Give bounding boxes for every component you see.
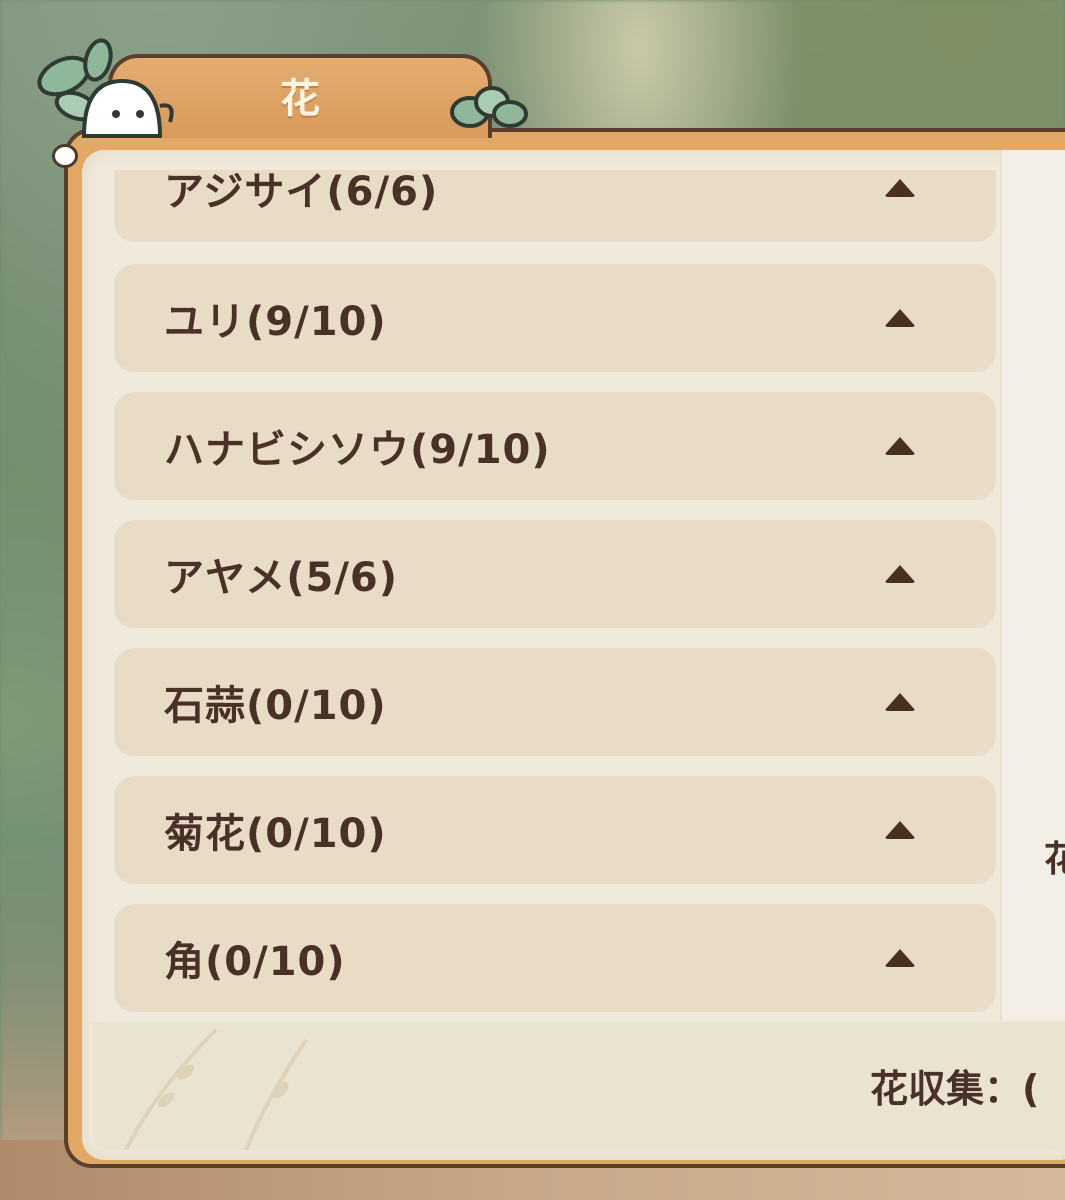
caret-up-icon[interactable] <box>884 437 916 455</box>
list-item-label: アヤメ(5/6) <box>164 555 399 601</box>
wheat-icon <box>124 1028 308 1150</box>
list-item-label: 石蒜(0/10) <box>164 683 387 729</box>
list-item[interactable]: 石蒜(0/10) <box>114 648 996 756</box>
list-item-label: ハナビシソウ(9/10) <box>164 427 551 473</box>
list-item[interactable]: ユリ(9/10) <box>114 264 996 372</box>
list-item-label: ユリ(9/10) <box>164 299 387 345</box>
caret-up-icon[interactable] <box>884 693 916 711</box>
caret-up-icon[interactable] <box>884 309 916 327</box>
list-item-label: アジサイ(6/6) <box>164 170 439 215</box>
list-item[interactable]: アヤメ(5/6) <box>114 520 996 628</box>
flower-list[interactable]: アジサイ(6/6) ユリ(9/10) ハナビシソウ(9/10) アヤメ(5/6)… <box>100 170 1010 1020</box>
caret-up-icon[interactable] <box>884 565 916 583</box>
caret-up-icon[interactable] <box>884 949 916 967</box>
caret-up-icon[interactable] <box>884 179 916 197</box>
collection-progress-label: 花収集：( <box>870 1067 1040 1111</box>
list-item[interactable]: 角(0/10) <box>114 904 996 1012</box>
list-item[interactable]: 菊花(0/10) <box>114 776 996 884</box>
leaf-icon <box>450 86 528 128</box>
caret-up-icon[interactable] <box>884 821 916 839</box>
list-item[interactable]: アジサイ(6/6) <box>114 170 996 242</box>
list-item[interactable]: ハナビシソウ(9/10) <box>114 392 996 500</box>
detail-partial-text: 花 <box>1044 839 1065 880</box>
radish-mascot-icon <box>37 38 174 138</box>
list-item-label: 角(0/10) <box>164 939 346 985</box>
list-item-label: 菊花(0/10) <box>164 811 387 857</box>
